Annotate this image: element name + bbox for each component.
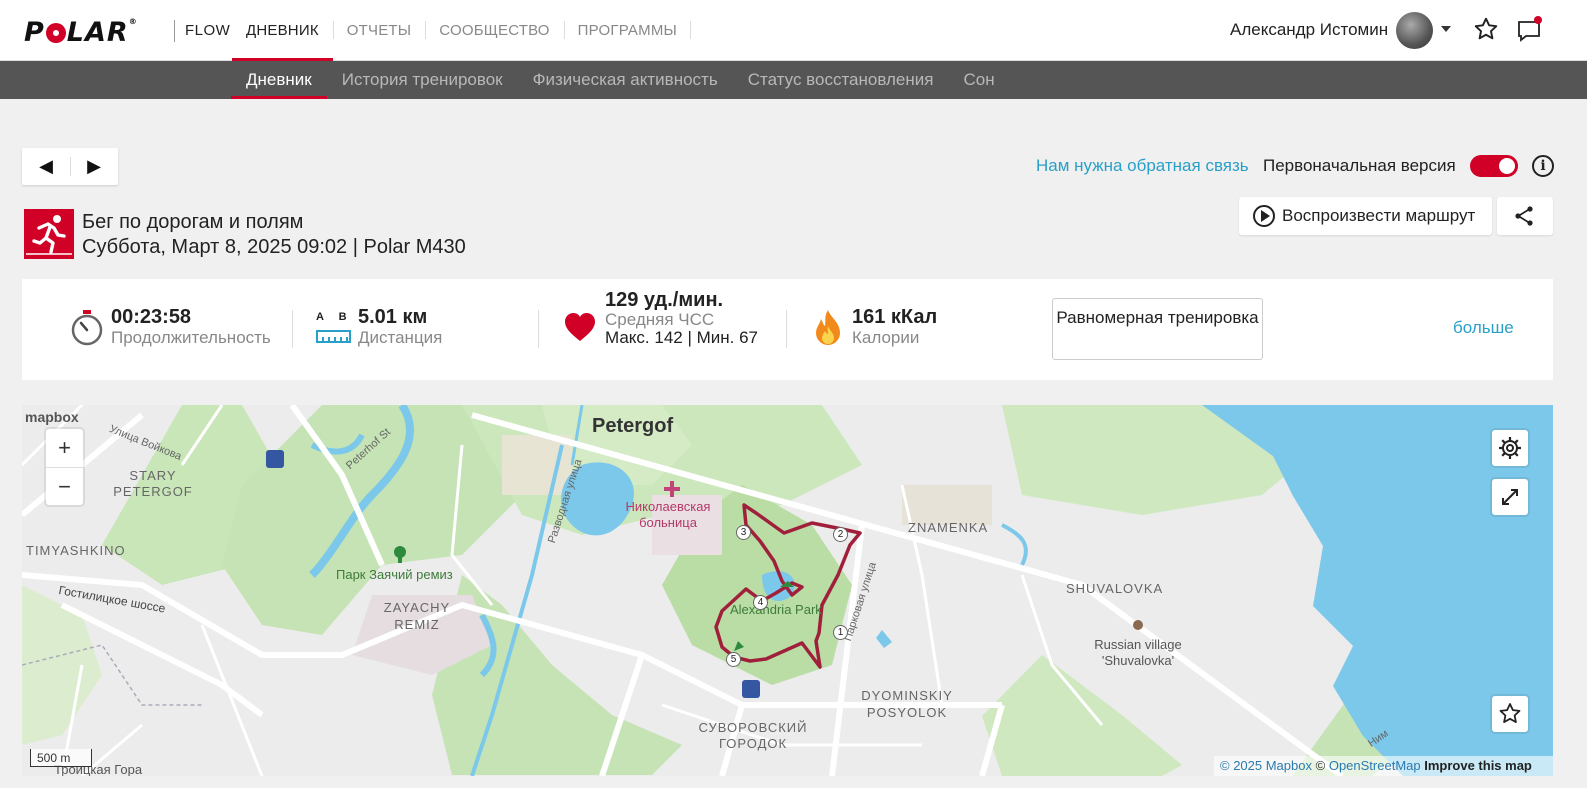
map-attribution: © 2025 Mapbox © OpenStreetMap Improve th… <box>1214 756 1553 776</box>
map-label-stary-petergof: STARY PETERGOF <box>113 468 193 499</box>
logo-letter: P <box>24 17 45 48</box>
zoom-out-button[interactable]: − <box>46 467 83 505</box>
map-favorite-button[interactable] <box>1492 696 1528 732</box>
lap-marker-2[interactable]: 2 <box>833 527 848 542</box>
nav-diary[interactable]: ДНЕВНИК <box>232 0 333 61</box>
calories-label: Калории <box>852 328 920 347</box>
map-label-petergof: Petergof <box>592 415 674 437</box>
chevron-down-icon[interactable] <box>1441 26 1451 32</box>
flow-label: FLOW <box>174 20 230 42</box>
flame-icon <box>816 310 840 345</box>
logo-letters: LAR <box>66 17 129 48</box>
calories-value: 161 кКал <box>852 306 938 328</box>
heart-icon <box>565 313 595 341</box>
lap-marker-5[interactable]: 5 <box>726 652 741 667</box>
avatar[interactable] <box>1396 12 1433 49</box>
date-pager: ◀ ▶ <box>22 148 118 185</box>
star-icon <box>1499 703 1521 723</box>
distance-value: 5.01 км <box>358 306 428 328</box>
activity-title: Бег по дорогам и полям <box>82 211 304 233</box>
more-link[interactable]: больше <box>1453 318 1514 338</box>
nav-community[interactable]: СООБЩЕСТВО <box>425 0 563 61</box>
map-label-alexandria-park: Alexandria Park <box>730 602 822 617</box>
heart-rate-minmax: Макс. 142 | Мин. 67 <box>605 328 759 347</box>
prev-button[interactable]: ◀ <box>22 148 70 185</box>
zoom-control: + − <box>46 429 83 505</box>
play-route-label: Воспроизвести маршрут <box>1282 206 1476 225</box>
share-icon <box>1515 206 1533 226</box>
ruler-icon <box>316 330 351 343</box>
expand-icon <box>1502 489 1518 505</box>
subnav-diary[interactable]: Дневник <box>231 61 327 99</box>
route-map[interactable]: Petergof STARY PETERGOF TIMYASHKINO Парк… <box>22 405 1553 776</box>
map-label-suvorovsky: СУВОРОВСКИЙ ГОРОДОК <box>698 720 808 751</box>
logo-dot <box>45 23 66 43</box>
duration-label: Продолжительность <box>111 328 271 347</box>
stopwatch-icon <box>71 310 103 346</box>
map-label-russian-village: Russian village 'Shuvalovka' <box>1094 637 1182 668</box>
running-icon <box>24 209 74 259</box>
summary-stats: 00:23:58 Продолжительность A B 5.01 км Д… <box>22 279 1553 380</box>
distance-ab-label: A B <box>316 311 347 323</box>
nav-programs[interactable]: ПРОГРАММЫ <box>563 0 692 61</box>
osm-attribution-link[interactable]: OpenStreetMap <box>1329 758 1421 773</box>
map-label-shuvalovka: SHUVALOVKA <box>1066 581 1164 596</box>
stat-divider <box>292 310 293 348</box>
lap-marker-1[interactable]: 1 <box>833 625 848 640</box>
sub-navigation: Дневник История тренировок Физическая ак… <box>0 61 1587 99</box>
map-scale: 500 m <box>30 749 92 767</box>
stat-divider <box>786 310 787 348</box>
toggle-knob <box>1499 158 1515 174</box>
zoom-in-button[interactable]: + <box>46 429 83 467</box>
map-settings-button[interactable] <box>1492 430 1528 466</box>
training-type-badge[interactable]: Равномерная тренировка <box>1052 298 1263 360</box>
gear-icon <box>1499 437 1521 459</box>
map-label-timyashkino: TIMYASHKINO <box>26 543 126 558</box>
nav-reports[interactable]: ОТЧЕТЫ <box>332 0 425 61</box>
mapbox-attribution-link[interactable]: © 2025 Mapbox <box>1220 758 1312 773</box>
play-icon <box>1253 205 1275 227</box>
subnav-sleep[interactable]: Сон <box>948 61 1009 99</box>
main-nav: ДНЕВНИК ОТЧЕТЫ СООБЩЕСТВО ПРОГРАММЫ <box>232 0 692 61</box>
info-icon[interactable]: i <box>1532 155 1554 177</box>
subnav-training-history[interactable]: История тренировок <box>327 61 518 99</box>
improve-map-link[interactable]: Improve this map <box>1424 758 1532 773</box>
favorites-star-icon[interactable] <box>1473 16 1499 42</box>
lap-marker-3[interactable]: 3 <box>736 525 751 540</box>
heart-rate-value: 129 уд./мин. <box>605 289 724 311</box>
lap-marker-4[interactable]: 4 <box>753 595 768 610</box>
next-button[interactable]: ▶ <box>70 148 118 185</box>
map-label-dyominskiy: DYOMINSKIY POSYOLOK <box>861 688 953 720</box>
user-name[interactable]: Александр Истомин <box>1230 20 1388 40</box>
duration-value: 00:23:58 <box>111 306 192 328</box>
map-label-hospital: Николаевская больница <box>625 499 711 530</box>
share-button[interactable] <box>1497 197 1553 235</box>
activity-date-device: Суббота, Март 8, 2025 09:02 | Polar M430 <box>82 236 466 258</box>
map-label-znamenka: ZNAMENKA <box>908 520 989 535</box>
subnav-activity[interactable]: Физическая активность <box>518 61 733 99</box>
stat-divider <box>538 310 539 348</box>
logo-reg: ® <box>128 17 138 26</box>
top-navigation: P LAR® FLOW ДНЕВНИК ОТЧЕТЫ СООБЩЕСТВО ПРО… <box>0 0 1587 61</box>
osm-copyright: © <box>1315 758 1326 773</box>
fullscreen-button[interactable] <box>1492 479 1528 515</box>
map-label-zayachy-remiz: ZAYACHY REMIZ <box>383 600 451 632</box>
original-version-toggle[interactable] <box>1470 155 1518 177</box>
mapbox-logo[interactable]: mapbox <box>25 409 79 425</box>
messages-icon[interactable] <box>1516 16 1544 42</box>
polar-logo[interactable]: P LAR® <box>24 17 138 48</box>
subnav-recovery[interactable]: Статус восстановления <box>733 61 949 99</box>
play-route-button[interactable]: Воспроизвести маршрут <box>1239 197 1492 235</box>
heart-rate-label: Средняя ЧСС <box>605 310 715 329</box>
original-version-label: Первоначальная версия <box>1263 156 1456 175</box>
feedback-link[interactable]: Нам нужна обратная связь <box>1036 156 1249 176</box>
map-label-zayachy-park: Парк Заячий ремиз <box>336 567 453 582</box>
distance-label: Дистанция <box>358 328 443 347</box>
